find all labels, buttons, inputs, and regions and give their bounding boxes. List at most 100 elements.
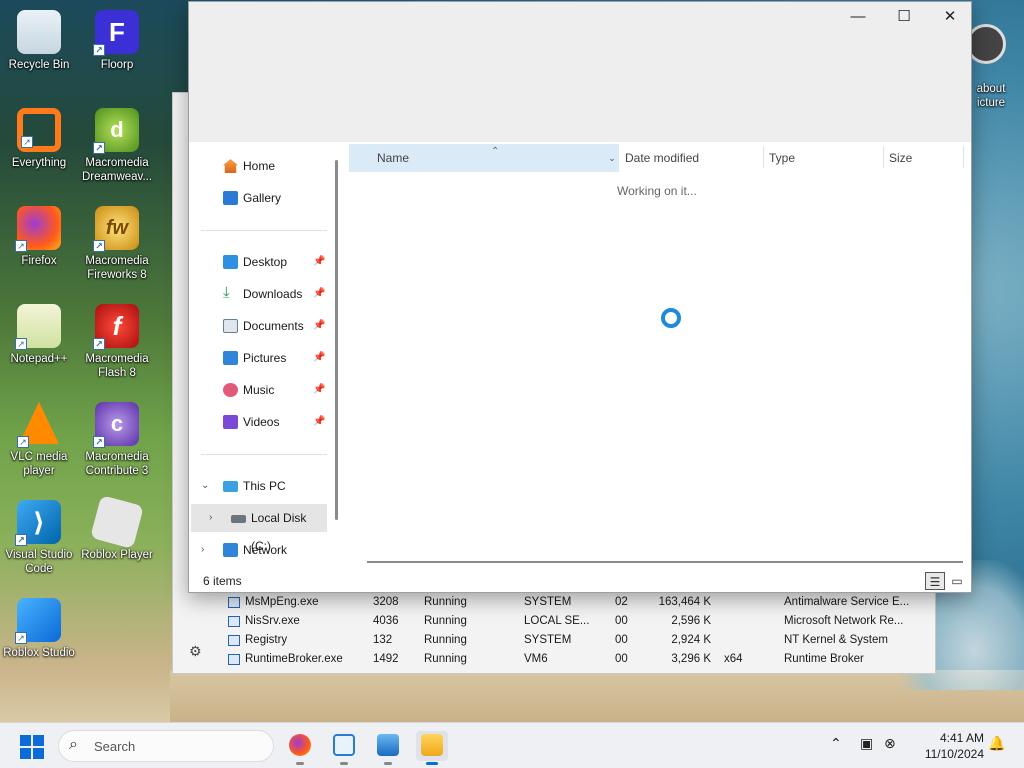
sort-ascending-icon: ⌃ [491,146,500,157]
desktop-icon-fireworks[interactable]: fw ↗ Macromedia Fireworks 8 [75,206,159,282]
folder-icon [421,734,443,756]
nav-item-music[interactable]: Music 📌 [189,376,329,404]
column-header-type[interactable]: Type [769,144,795,172]
recycle-bin-icon [17,10,61,54]
loading-spinner-icon [661,308,681,328]
search-icon: ⌕ [69,736,78,753]
taskbar-search[interactable]: ⌕ Search [58,730,274,762]
desktop-icon-label: Floorp [100,59,134,71]
desktop-icon-notepadpp[interactable]: ↗ Notepad++ [0,304,81,366]
column-header-name[interactable]: ⌃ Name [349,144,605,172]
nav-item-videos[interactable]: Videos 📌 [189,408,329,436]
pin-icon[interactable]: 📌 [313,248,325,276]
navigation-scrollbar[interactable] [335,160,338,520]
notepadpp-icon: ↗ [15,304,61,350]
nav-item-home[interactable]: Home [189,152,329,180]
windows-logo-icon [20,735,31,746]
navigation-pane: Home Gallery Desktop 📌 ⤓ Downloads 📌 Doc… [189,142,337,570]
table-row[interactable]: NisSrv.exe 4036 Running LOCAL SE... 00 2… [223,612,933,631]
desktop-icon-roblox-player[interactable]: Roblox Player [75,495,159,562]
desktop-icon-firefox[interactable]: ↗ Firefox [0,206,81,268]
maximize-button[interactable]: ☐ [881,2,927,32]
notification-bell-icon[interactable]: 🔔 [988,735,1005,752]
firefox-icon [289,734,311,756]
nav-item-documents[interactable]: Documents 📌 [189,312,329,340]
file-list-pane[interactable]: ⌃ Name ⌄ Date modified Type Size Working… [347,142,971,570]
chevron-up-icon[interactable]: ⌃ [830,735,842,752]
column-divider[interactable] [763,146,764,168]
nav-item-desktop[interactable]: Desktop 📌 [189,248,329,276]
clock-time: 4:41 AM [939,731,984,745]
clock-date: 11/10/2024 [924,747,984,761]
desktop-icon-label: Roblox Player [81,549,153,561]
nav-item-gallery[interactable]: Gallery [189,184,329,212]
pin-icon[interactable]: 📌 [313,280,325,308]
firefox-icon: ↗ [15,206,61,252]
minimize-button[interactable]: — [835,2,881,32]
photos-icon [377,734,399,756]
details-view-icon[interactable]: ☰ [925,572,945,590]
settings-gear-icon[interactable]: ⚙ [189,643,202,660]
horizontal-scrollbar[interactable] [367,561,963,563]
taskbar-file-explorer[interactable] [416,731,448,765]
explorer-titlebar[interactable]: — ☐ ✕ [189,2,971,142]
music-icon [223,383,238,397]
pin-icon[interactable]: 📌 [313,344,325,372]
desktop-icon-dreamweaver[interactable]: d ↗ Macromedia Dreamweav... [75,108,159,184]
column-header-date-modified[interactable]: Date modified [625,144,699,172]
network-icon [223,543,238,557]
desktop-icon-label: Macromedia Dreamweav... [81,157,153,183]
chevron-down-icon[interactable]: ⌄ [201,472,209,500]
pin-icon[interactable]: 📌 [313,376,325,404]
desktop-icon-label: Notepad++ [10,353,68,365]
gallery-icon [223,191,238,205]
file-explorer-window[interactable]: — ☐ ✕ Home Gallery Desktop 📌 ⤓ Downloads… [188,1,972,593]
column-divider[interactable] [883,146,884,168]
start-button[interactable] [20,735,44,759]
column-filter-dropdown[interactable]: ⌄ [605,144,619,172]
task-manager-icon [333,734,355,756]
clock[interactable]: 4:41 AM 11/10/2024 [912,730,984,762]
desktop-icon-label: Macromedia Flash 8 [85,353,149,379]
desktop-icon-flash[interactable]: f ↗ Macromedia Flash 8 [75,304,159,380]
chevron-right-icon[interactable]: › [209,504,212,532]
taskbar-firefox[interactable] [284,731,316,765]
pin-icon[interactable]: 📌 [313,408,325,436]
vscode-icon: ⟩ ↗ [15,500,61,546]
wallpaper-beach [170,670,1024,722]
large-icons-view-icon[interactable]: ▭ [947,572,967,590]
desktop-icon-vscode[interactable]: ⟩ ↗ Visual Studio Code [0,500,81,576]
column-header-size[interactable]: Size [889,144,912,172]
chevron-right-icon[interactable]: › [201,536,204,564]
network-disconnected-icon[interactable]: ⊗ [884,735,896,752]
roblox-studio-icon: ↗ [15,598,61,644]
desktop-icon-everything[interactable]: ↗ Everything [0,108,81,170]
table-row[interactable]: RuntimeBroker.exe 1492 Running VM6 00 3,… [223,650,933,669]
flash-icon: f ↗ [93,304,139,350]
process-icon [228,616,240,627]
item-count: 6 items [203,574,242,588]
pin-icon[interactable]: 📌 [313,312,325,340]
desktop-icon-recycle-bin[interactable]: Recycle Bin [0,10,81,72]
taskbar-task-manager[interactable] [328,731,360,765]
device-icon[interactable]: ▣ [860,735,873,752]
desktop-icon-label: Macromedia Contribute 3 [85,451,149,477]
download-arrow-icon: ⤓ [223,284,230,301]
desktop-icon-roblox-studio[interactable]: ↗ Roblox Studio [0,598,81,660]
videos-icon [223,415,238,429]
table-row[interactable]: Registry 132 Running SYSTEM 00 2,924 K N… [223,631,933,650]
nav-item-pictures[interactable]: Pictures 📌 [189,344,329,372]
desktop-icon-vlc[interactable]: ↗ VLC media player [0,402,81,478]
desktop-icon-label: Firefox [21,255,57,267]
desktop-icon-floorp[interactable]: F ↗ Floorp [75,10,159,72]
process-icon [228,597,240,608]
column-divider[interactable] [963,146,964,168]
nav-item-this-pc[interactable]: ⌄ This PC [189,472,329,500]
table-row[interactable]: MsMpEng.exe 3208 Running SYSTEM 02 163,4… [223,593,933,612]
nav-item-downloads[interactable]: ⤓ Downloads 📌 [189,280,329,308]
desktop-icon-contribute[interactable]: c ↗ Macromedia Contribute 3 [75,402,159,478]
taskbar-photos[interactable] [372,731,404,765]
close-button[interactable]: ✕ [927,2,973,32]
nav-item-local-disk[interactable]: › Local Disk (C:) [191,504,327,553]
nav-item-network[interactable]: › Network [189,536,329,564]
